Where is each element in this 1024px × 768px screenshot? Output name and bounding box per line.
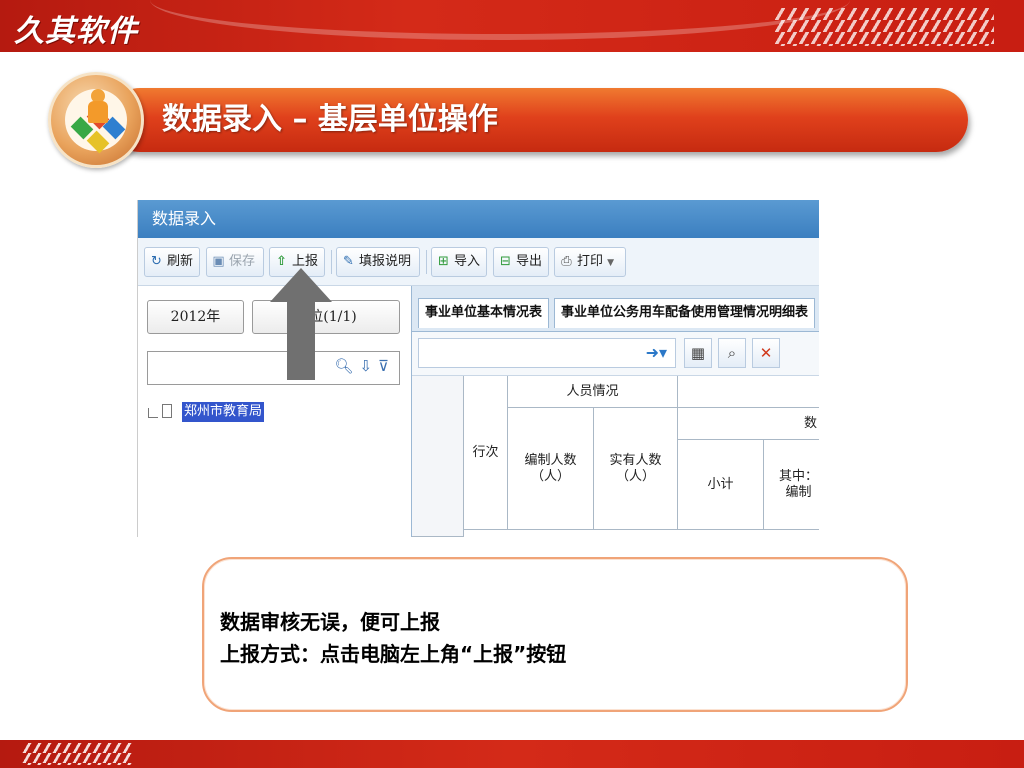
col-row-num: 行次 xyxy=(464,376,508,530)
clear-icon[interactable]: ✕ xyxy=(752,338,780,368)
page-title: 数据录入 – 基层单位操作 xyxy=(162,102,498,137)
refresh-button[interactable]: ↻ 刷新 xyxy=(144,247,200,277)
filter-icon[interactable]: ⊽ xyxy=(378,357,395,375)
export-button[interactable]: ⊟ 导出 xyxy=(493,247,549,277)
header-group-count: 数 xyxy=(678,408,819,440)
grid-corner xyxy=(412,376,464,537)
refresh-icon: ↻ xyxy=(151,254,162,269)
window-title: 数据录入 xyxy=(138,200,819,238)
export-icon: ⊟ xyxy=(500,254,511,269)
data-grid: 行次 人员情况 数 编制人数（人） 实有人数（人） 小计 其中：编制 xyxy=(412,376,819,537)
tab-basic-info[interactable]: 事业单位基本情况表 xyxy=(418,298,550,328)
year-button[interactable]: 2012年 xyxy=(147,300,244,334)
arrow-down-icon[interactable]: ⇩ xyxy=(359,357,378,375)
note-line-2: 上报方式：点击电脑左上角“上报”按钮 xyxy=(220,642,567,666)
colored-cubes-person-icon xyxy=(48,72,144,168)
bottom-brand-bar xyxy=(0,740,1024,768)
export-label: 导出 xyxy=(516,254,543,269)
col-subtotal: 小计 xyxy=(678,440,764,530)
go-arrow-icon[interactable]: ➜▾ xyxy=(646,343,667,362)
report-tabs: 事业单位基本情况表 事业单位公务用车配备使用管理情况明细表 xyxy=(412,286,819,332)
col-other: 其中：编制 xyxy=(764,440,819,530)
right-panel: 事业单位基本情况表 事业单位公务用车配备使用管理情况明细表 ➜▾ ▦ ⌕ ✕ 行… xyxy=(412,286,819,537)
decorative-swoosh xyxy=(150,0,850,40)
search-tools: 🔍︎⇩⊽ xyxy=(334,357,395,379)
import-label: 导入 xyxy=(454,254,481,269)
upload-arrow-icon: ⇧ xyxy=(276,254,287,269)
chevron-down-icon: ▼ xyxy=(607,258,615,268)
top-brand-bar xyxy=(0,0,1024,52)
toolbar: ↻ 刷新 ▣ 保存 ⇧ 上报 ✎ 填报说明 ⊞ 导入 ⊟ 导出 ⎙ 打印 ▼ xyxy=(138,238,819,286)
print-icon: ⎙ xyxy=(561,254,572,269)
brand-logo: 久其软件 xyxy=(14,14,138,49)
search-icon[interactable]: 🔍︎ xyxy=(334,357,359,375)
filter-input[interactable]: ➜▾ xyxy=(418,338,676,368)
save-button[interactable]: ▣ 保存 xyxy=(206,247,264,277)
header-group-staff: 人员情况 xyxy=(508,376,678,408)
import-button[interactable]: ⊞ 导入 xyxy=(431,247,487,277)
col-staff-quota: 编制人数（人） xyxy=(508,408,594,530)
upload-label: 上报 xyxy=(292,254,319,269)
tab-vehicle-detail[interactable]: 事业单位公务用车配备使用管理情况明细表 xyxy=(554,298,816,328)
tree-connector xyxy=(148,408,158,418)
app-screenshot: 数据录入 ↻ 刷新 ▣ 保存 ⇧ 上报 ✎ 填报说明 ⊞ 导入 ⊟ 导出 ⎙ 打… xyxy=(137,200,819,537)
tree-item-unit[interactable]: 郑州市教育局 xyxy=(182,402,265,422)
header-group-empty xyxy=(678,376,819,408)
decorative-dots xyxy=(774,8,994,46)
import-icon: ⊞ xyxy=(438,254,449,269)
refresh-label: 刷新 xyxy=(167,254,194,269)
decorative-dots xyxy=(22,743,132,765)
save-label: 保存 xyxy=(229,254,256,269)
tree-node-icon xyxy=(162,404,172,418)
search-icon[interactable]: ⌕ xyxy=(718,338,746,368)
edit-note-icon: ✎ xyxy=(343,254,354,269)
print-label: 打印 xyxy=(577,254,604,269)
calendar-icon[interactable]: ▦ xyxy=(684,338,712,368)
filter-row: ➜▾ ▦ ⌕ ✕ xyxy=(412,332,819,376)
col-staff-actual: 实有人数（人） xyxy=(594,408,678,530)
print-button[interactable]: ⎙ 打印 ▼ xyxy=(554,247,626,277)
pointer-arrow-icon xyxy=(270,268,332,380)
toolbar-divider xyxy=(426,250,427,274)
save-icon: ▣ xyxy=(212,254,225,269)
fill-instructions-label: 填报说明 xyxy=(359,254,412,269)
note-line-1: 数据审核无误，便可上报 xyxy=(220,610,440,634)
fill-instructions-button[interactable]: ✎ 填报说明 xyxy=(336,247,420,277)
